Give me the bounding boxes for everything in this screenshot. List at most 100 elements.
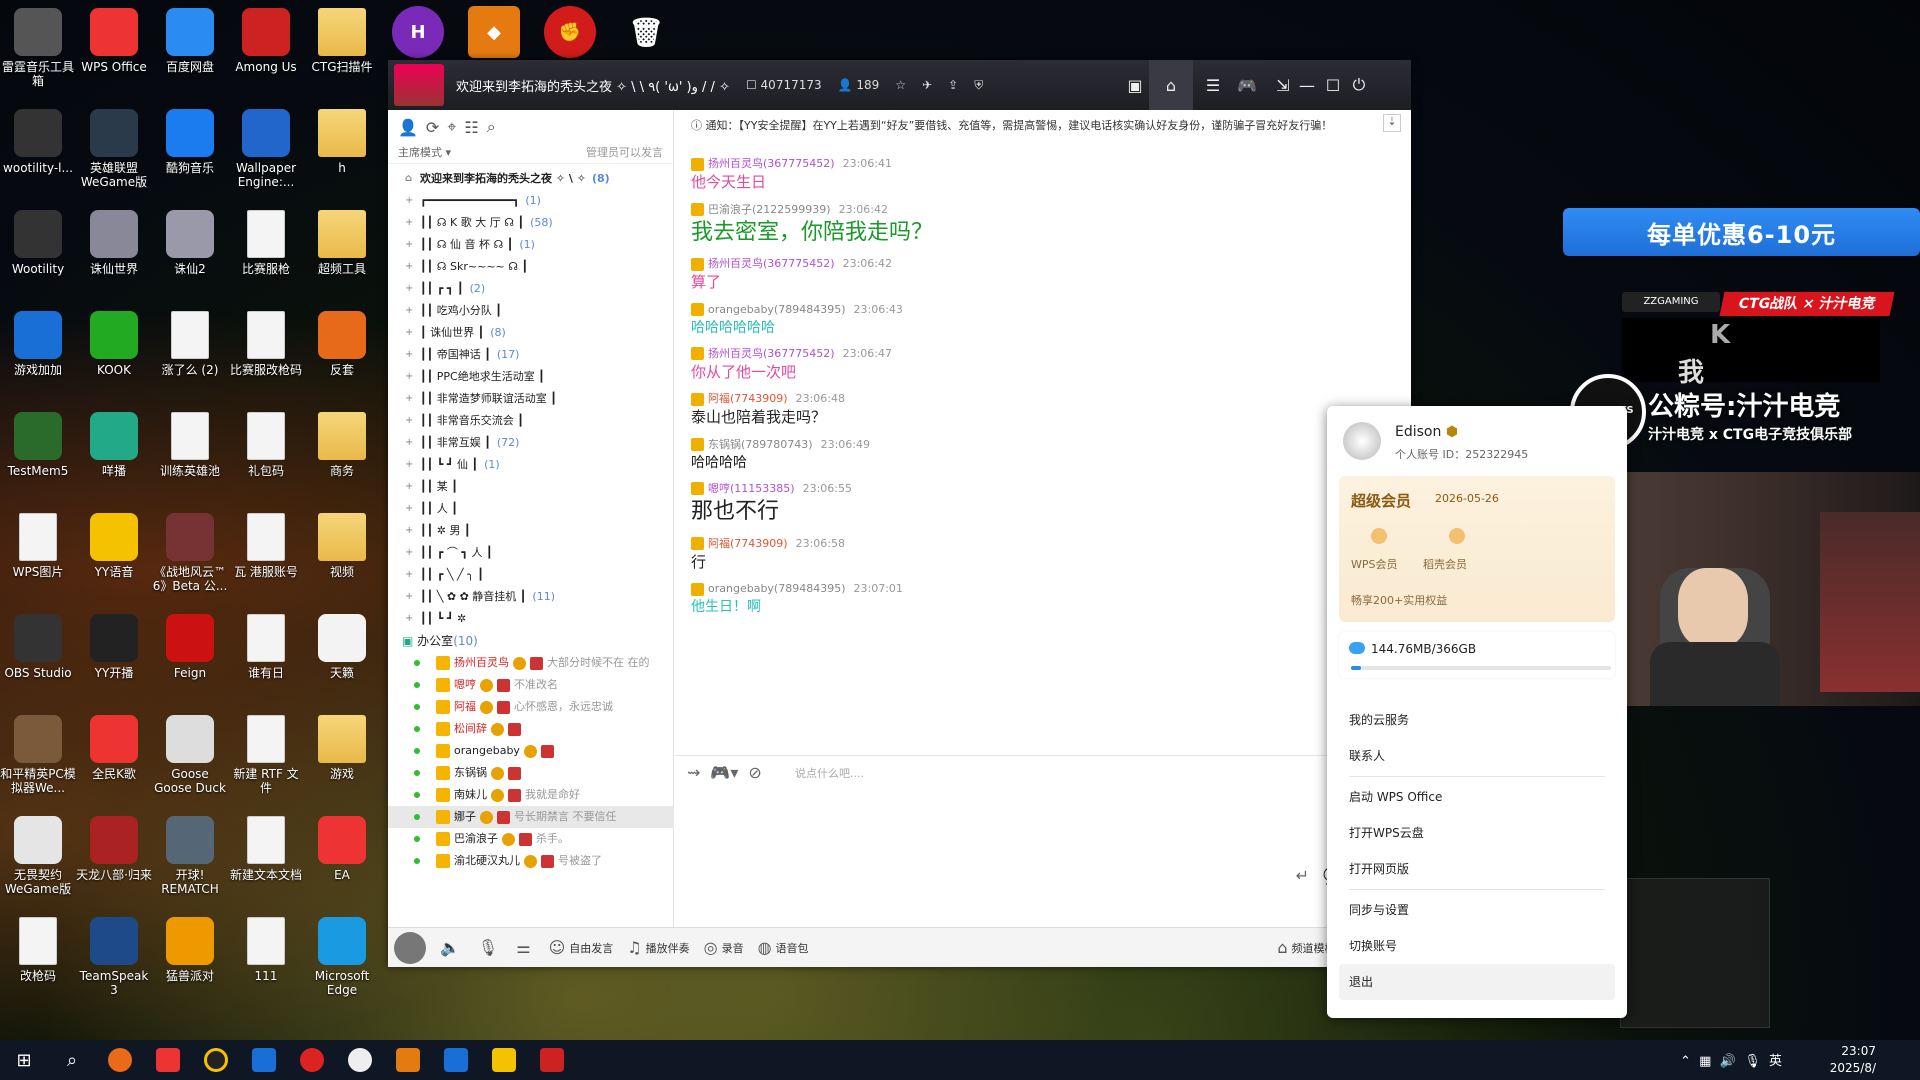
user-icon[interactable]: 👤 xyxy=(398,118,418,137)
member-row[interactable]: orangebaby xyxy=(388,740,674,762)
desktop-icon[interactable]: Wallpaper Engine:... xyxy=(228,105,304,205)
sender-name[interactable]: 阿福(7743909) xyxy=(708,390,788,408)
home-icon[interactable]: ⌂ xyxy=(1149,60,1193,110)
channel-item[interactable]: + ┃┃ 非常音乐交流会 ┃ xyxy=(388,410,674,432)
desktop-icon[interactable]: 诛仙世界 xyxy=(76,206,152,306)
gamepad-icon[interactable]: 🎮 xyxy=(1232,70,1262,100)
desktop-icon[interactable]: TestMem5 xyxy=(0,408,76,508)
expand-icon[interactable]: + xyxy=(405,212,413,234)
member-row[interactable]: 阿福 心怀感恩，永远忠诚 xyxy=(388,696,674,718)
channel-item[interactable]: + ┃ 诛仙世界 ┃ (8) xyxy=(388,322,674,344)
start-icon[interactable]: ⊞ xyxy=(0,1040,48,1080)
enter-icon[interactable]: ↵ xyxy=(1296,866,1309,885)
share-icon[interactable]: ⇪ xyxy=(948,78,958,92)
yy-icon[interactable] xyxy=(480,1040,528,1080)
desktop-icon[interactable]: 猛兽派对 xyxy=(152,913,228,1013)
clock[interactable]: 23:07 2025/8/ xyxy=(1830,1043,1876,1077)
mic-icon[interactable]: 🎙 xyxy=(1744,1054,1761,1069)
channel-item[interactable]: + ┃┃ ┗ ┛ 仙 ┃ (1) xyxy=(388,454,674,476)
expand-icon[interactable]: + xyxy=(405,586,413,608)
desktop-icon[interactable]: 全民K歌 xyxy=(76,711,152,811)
equalizer-icon[interactable]: ⚌ xyxy=(516,938,534,957)
desktop-icon[interactable]: YY语音 xyxy=(76,509,152,609)
desktop-icon[interactable]: KOOK xyxy=(76,307,152,407)
member-row[interactable]: 渝北硬汉丸儿 号被盗了 xyxy=(388,850,674,868)
search-icon[interactable]: ⌕ xyxy=(48,1040,96,1080)
desktop-icon[interactable]: 和平精英PC模拟器We... xyxy=(0,711,76,811)
channel-item[interactable]: + ┃┃ ☊ 仙 音 杯 ☊ ┃ (1) xyxy=(388,234,674,256)
member-row[interactable]: 扬州百灵鸟 大部分时候不在 在的 xyxy=(388,652,674,674)
expand-icon[interactable]: + xyxy=(405,366,413,388)
game-icon[interactable]: 🎮▾ xyxy=(710,763,738,782)
channel-item[interactable]: + ┃┃ 吃鸡小分队 ┃ xyxy=(388,300,674,322)
record-button[interactable]: ◎ 录音 xyxy=(704,938,744,957)
recycle-bin-icon[interactable]: 🗑 xyxy=(620,6,672,58)
sender-name[interactable]: 阿福(7743909) xyxy=(708,535,788,553)
app-blue-icon[interactable] xyxy=(240,1040,288,1080)
channel-item[interactable]: + ┃┃ ┗ ┛ ✲ xyxy=(388,608,674,630)
channel-item[interactable]: + ┏━━━━━━━━━━━━━┓ (1) xyxy=(388,190,674,212)
sender-name[interactable]: 巴渝浪子(2122599939) xyxy=(708,201,831,219)
channel-item[interactable]: + ┃┃ ☊ K 歌 大 厅 ☊ ┃ (58) xyxy=(388,212,674,234)
expand-icon[interactable]: + xyxy=(405,564,413,586)
desktop-icon[interactable]: 游戏加加 xyxy=(0,307,76,407)
channel-item[interactable]: + ┃┃ PPC绝地求生活动室 ┃ xyxy=(388,366,674,388)
channel-item[interactable]: + ┃┃ 人 ┃ xyxy=(388,498,674,520)
ime-indicator[interactable]: 英 xyxy=(1769,1054,1782,1069)
member-row[interactable]: 巴渝浪子 杀手。 xyxy=(388,828,674,850)
desktop-icon[interactable]: 酷狗音乐 xyxy=(152,105,228,205)
desktop-icon[interactable]: 111 xyxy=(228,913,304,1013)
bird-app-icon[interactable] xyxy=(384,1040,432,1080)
desktop-icon[interactable]: 超频工具 xyxy=(304,206,380,306)
desktop-icon[interactable]: 瓦 港服账号 xyxy=(228,509,304,609)
power-icon[interactable]: ⏻ xyxy=(1344,70,1374,100)
desktop-icon[interactable]: Among Us xyxy=(228,4,304,104)
desktop-icon[interactable]: 新建 RTF 文件 xyxy=(228,711,304,811)
channel-item[interactable]: + ┃┃ ☊ Skr~~~~ ☊ ┃ xyxy=(388,256,674,278)
desktop-icon[interactable]: Wootility xyxy=(0,206,76,306)
sender-name[interactable]: 扬州百灵鸟(367775452) xyxy=(708,255,835,273)
channel-item[interactable]: + ┃┃ ┏ ╲ ╱ ╮ ┃ xyxy=(388,564,674,586)
channel-item[interactable]: + ┃┃ 非常互娱 ┃ (72) xyxy=(388,432,674,454)
accompany-button[interactable]: ♫ 播放伴奏 xyxy=(627,938,689,957)
menu-switch-account[interactable]: 切换账号 xyxy=(1339,928,1615,964)
emote-icon[interactable]: ⇝ xyxy=(687,763,700,782)
desktop-icon[interactable]: 涨了么 (2) xyxy=(152,307,228,407)
desktop-icon[interactable]: 改枪码 xyxy=(0,913,76,1013)
channel-office[interactable]: ▣ 办公室(10) xyxy=(388,630,674,652)
desktop-icon[interactable]: 新建文本文档 xyxy=(228,812,304,912)
star-icon[interactable]: ☆ xyxy=(895,78,906,92)
desktop-icon[interactable]: 谁有日 xyxy=(228,610,304,710)
menu-open-web[interactable]: 打开网页版 xyxy=(1339,851,1615,887)
refresh-icon[interactable]: ⟳ xyxy=(426,118,439,137)
channel-item[interactable]: + ┃┃ 某 ┃ xyxy=(388,476,674,498)
member-row[interactable]: 松间辞 xyxy=(388,718,674,740)
list-icon[interactable]: ☷ xyxy=(464,118,478,137)
expand-icon[interactable]: + xyxy=(405,300,413,322)
menu-logout[interactable]: 退出 xyxy=(1339,964,1615,1000)
scroll-down-icon[interactable]: ⇣ xyxy=(1383,114,1401,132)
desktop-icon[interactable]: 游戏 xyxy=(304,711,380,811)
expand-icon[interactable]: + xyxy=(405,542,413,564)
wps-icon[interactable] xyxy=(144,1040,192,1080)
channel-item[interactable]: + ┃┃ 帝国神话 ┃ (17) xyxy=(388,344,674,366)
desktop-icon[interactable]: Feign xyxy=(152,610,228,710)
desktop-icon[interactable]: 诛仙2 xyxy=(152,206,228,306)
plane-icon[interactable]: ✈ xyxy=(922,78,932,92)
desktop-icon[interactable]: 反套 xyxy=(304,307,380,407)
network-icon[interactable]: ▦ xyxy=(1699,1054,1711,1069)
clear-icon[interactable]: ⊘ xyxy=(748,763,761,782)
desktop-icon[interactable]: 雷霆音乐工具箱 xyxy=(0,4,76,104)
desktop-icon[interactable]: Microsoft Edge xyxy=(304,913,380,1013)
desktop-icon[interactable]: Goose Goose Duck xyxy=(152,711,228,811)
desktop-icon[interactable]: CTG扫描件 xyxy=(304,4,380,104)
expand-icon[interactable]: + xyxy=(405,278,413,300)
sender-name[interactable]: orangebaby(789484395) xyxy=(708,301,846,319)
desktop-icon[interactable]: EA xyxy=(304,812,380,912)
desktop-icon[interactable]: 礼包码 xyxy=(228,408,304,508)
search-icon[interactable]: ⌕ xyxy=(487,117,496,137)
channel-item[interactable]: ⌂ 欢迎来到李拓海的秃头之夜 ✧ \ ✧ (8) xyxy=(388,168,674,190)
channel-item[interactable]: + ┃┃ ╲ ✿ ✿ 静音挂机 ┃ (11) xyxy=(388,586,674,608)
board-icon[interactable]: ☰ xyxy=(1198,70,1228,100)
desktop-icon[interactable]: 训练英雄池 xyxy=(152,408,228,508)
